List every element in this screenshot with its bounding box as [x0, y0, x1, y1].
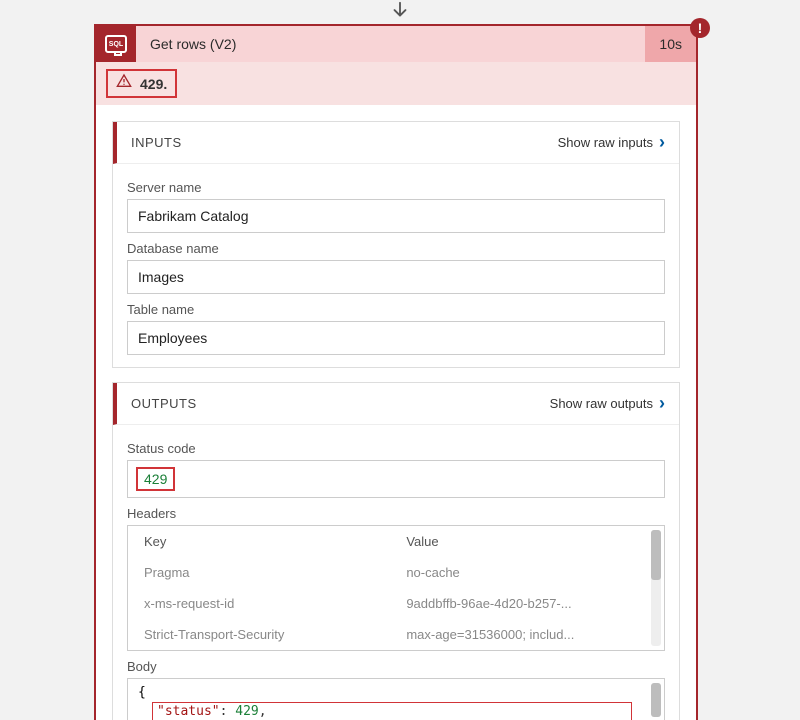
body-label: Body [127, 659, 665, 674]
error-code-text: 429. [140, 76, 167, 92]
inputs-title: INPUTS [131, 135, 182, 150]
card-title: Get rows (V2) [136, 26, 645, 62]
status-code-highlight: 429 [136, 467, 175, 491]
status-code-label: Status code [127, 441, 665, 456]
sql-connector-icon: SQL [96, 26, 136, 62]
action-card: SQL Get rows (V2) 10s 429. INPUTS Show r [94, 24, 698, 720]
flow-arrow-icon [389, 0, 411, 25]
error-strip: 429. [96, 62, 696, 105]
outputs-panel: OUTPUTS Show raw outputs › Status code 4… [112, 382, 680, 720]
show-raw-outputs-link[interactable]: Show raw outputs › [550, 393, 665, 414]
headers-label: Headers [127, 506, 665, 521]
card-header[interactable]: SQL Get rows (V2) 10s [96, 26, 696, 62]
body-scrollbar[interactable] [651, 683, 661, 717]
warning-icon [116, 73, 132, 94]
field-label: Server name [127, 180, 665, 195]
outputs-title: OUTPUTS [131, 396, 197, 411]
headers-scrollbar[interactable] [651, 530, 661, 646]
field-label: Database name [127, 241, 665, 256]
status-code-value: 429 [127, 460, 665, 498]
headers-table-header: Key Value [128, 526, 664, 557]
error-badge-icon: ! [690, 18, 710, 38]
headers-table: Key Value Pragma no-cache x-ms-request-i… [127, 525, 665, 651]
chevron-right-icon: › [659, 132, 665, 153]
table-name-value[interactable]: Employees [127, 321, 665, 355]
body-json[interactable]: { "status": 429, "message": "Rate limit … [127, 678, 665, 720]
table-row: Pragma no-cache [128, 557, 664, 588]
table-row: x-ms-request-id 9addbffb-96ae-4d20-b257-… [128, 588, 664, 619]
outputs-panel-header: OUTPUTS Show raw outputs › [113, 383, 679, 425]
field-label: Table name [127, 302, 665, 317]
inputs-panel-header: INPUTS Show raw inputs › [113, 122, 679, 164]
show-raw-inputs-link[interactable]: Show raw inputs › [558, 132, 665, 153]
inputs-panel: INPUTS Show raw inputs › Server name Fab… [112, 121, 680, 368]
server-name-value[interactable]: Fabrikam Catalog [127, 199, 665, 233]
chevron-right-icon: › [659, 393, 665, 414]
duration-badge: 10s [645, 26, 696, 62]
error-code-box: 429. [106, 69, 177, 98]
table-row: Strict-Transport-Security max-age=315360… [128, 619, 664, 650]
database-name-value[interactable]: Images [127, 260, 665, 294]
